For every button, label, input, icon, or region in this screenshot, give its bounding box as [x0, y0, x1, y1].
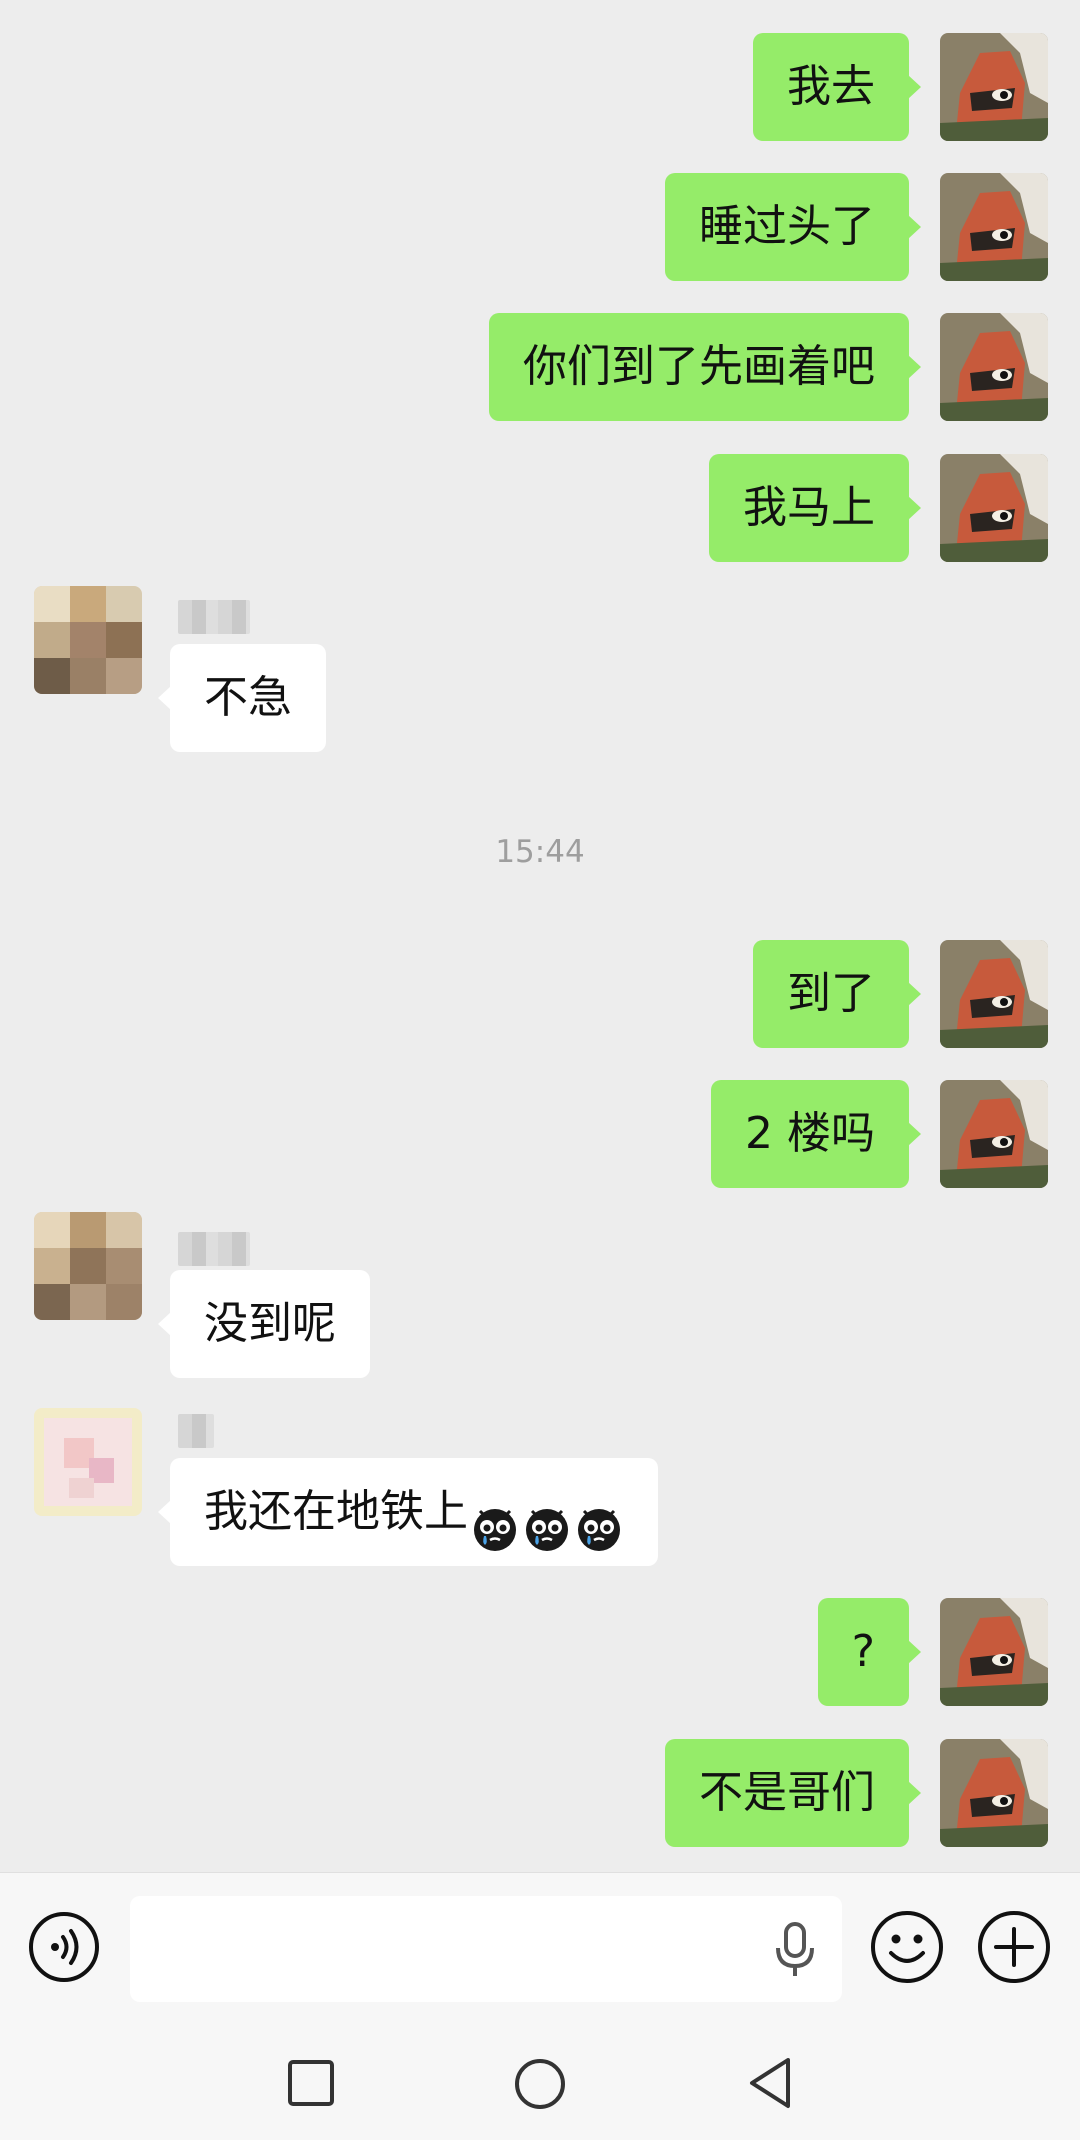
crying-face-emoji [522, 1485, 572, 1551]
circle-home-icon[interactable] [512, 2056, 568, 2112]
message-row: 没到呢 [0, 1212, 1080, 1382]
triangle-back-icon[interactable] [744, 2054, 794, 2112]
microphone-icon[interactable] [770, 1920, 820, 1980]
my-avatar[interactable] [940, 1080, 1048, 1188]
message-row: 我还在地铁上 [0, 1400, 1080, 1570]
message-bubble-incoming[interactable]: 不急 [158, 644, 326, 752]
my-avatar[interactable] [940, 1739, 1048, 1847]
message-row: 我去 [0, 33, 1080, 141]
contact-avatar-blurred[interactable] [34, 586, 142, 694]
message-bubble-outgoing[interactable]: 我去 [753, 33, 921, 141]
sender-name-blurred [178, 1232, 250, 1266]
message-bubble-outgoing[interactable]: 到了 [753, 940, 921, 1048]
message-row: 2 楼吗 [0, 1080, 1080, 1188]
smiley-icon[interactable] [869, 1909, 945, 1985]
message-bubble-outgoing[interactable]: 不是哥们 [665, 1739, 921, 1847]
my-avatar[interactable] [940, 1598, 1048, 1706]
plus-icon[interactable] [976, 1909, 1052, 1985]
message-row: 不是哥们 [0, 1739, 1080, 1847]
my-avatar[interactable] [940, 33, 1048, 141]
my-avatar[interactable] [940, 454, 1048, 562]
message-bubble-outgoing[interactable]: ? [817, 1598, 922, 1706]
message-bubble-outgoing[interactable]: 睡过头了 [665, 173, 921, 281]
voice-wave-icon[interactable] [28, 1911, 100, 1983]
message-row: 睡过头了 [0, 173, 1080, 281]
message-bubble-outgoing[interactable]: 2 楼吗 [711, 1080, 921, 1188]
system-nav-bar [0, 2024, 1080, 2140]
my-avatar[interactable] [940, 940, 1048, 1048]
message-bubble-outgoing[interactable]: 我马上 [709, 454, 921, 562]
contact-avatar-blurred[interactable] [34, 1212, 142, 1320]
my-avatar[interactable] [940, 313, 1048, 421]
message-row: 到了 [0, 940, 1080, 1048]
sender-name-blurred [178, 1414, 214, 1448]
message-timestamp: 15:44 [495, 834, 585, 870]
message-row: 你们到了先画着吧 [0, 313, 1080, 421]
chat-area[interactable]: 我去 睡过头了 你们到了先画着吧 我马上 不急 15:44 到了 2 楼吗 没到… [0, 0, 1080, 1872]
message-bubble-incoming[interactable]: 我还在地铁上 [158, 1458, 658, 1566]
message-row: ? [0, 1598, 1080, 1706]
square-recents-icon[interactable] [286, 2058, 336, 2108]
message-input[interactable] [130, 1896, 842, 2002]
message-row: 不急 [0, 586, 1080, 756]
message-bubble-incoming[interactable]: 没到呢 [158, 1270, 370, 1378]
crying-face-emoji [470, 1485, 520, 1551]
contact-avatar-blurred[interactable] [34, 1408, 142, 1516]
message-bubble-outgoing[interactable]: 你们到了先画着吧 [489, 313, 921, 421]
message-text: 我还在地铁上 [204, 1486, 468, 1537]
input-bar [0, 1872, 1080, 2025]
message-row: 我马上 [0, 454, 1080, 562]
crying-face-emoji [574, 1485, 624, 1551]
sender-name-blurred [178, 600, 250, 634]
my-avatar[interactable] [940, 173, 1048, 281]
